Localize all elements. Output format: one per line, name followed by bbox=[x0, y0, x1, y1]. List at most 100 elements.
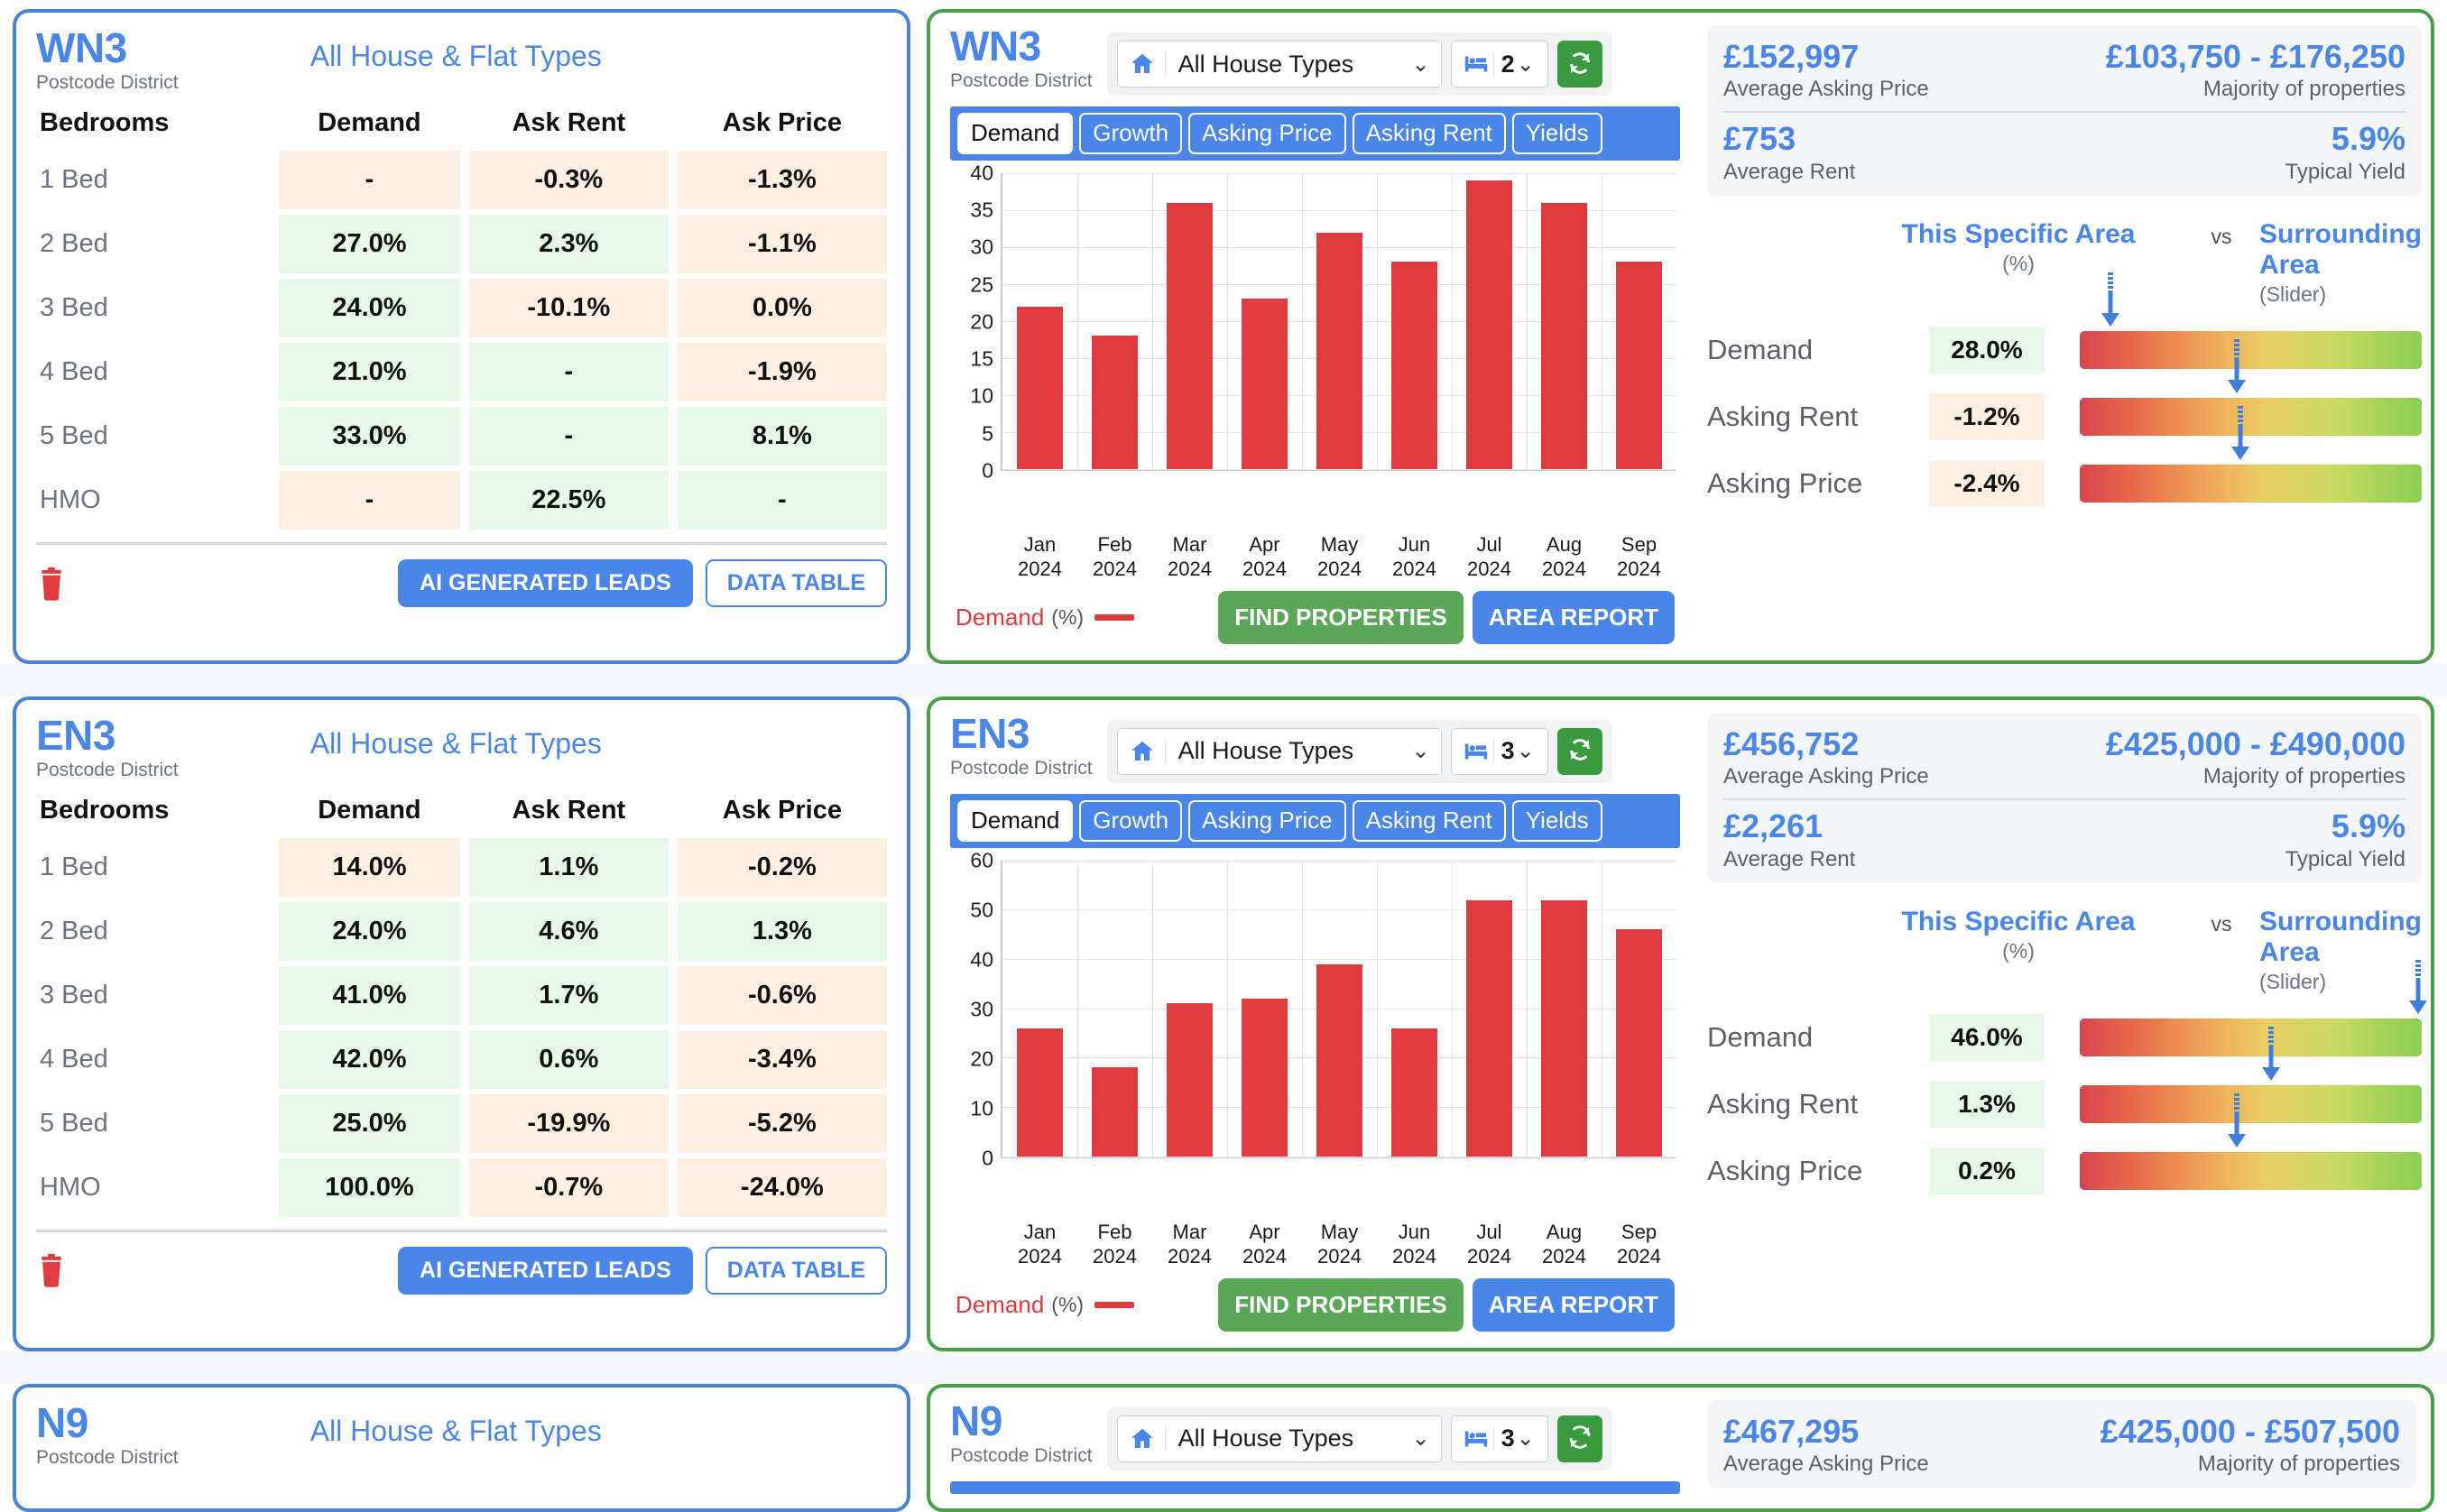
tab-asking-price[interactable]: Asking Price bbox=[1188, 113, 1346, 154]
ai-generated-leads-button[interactable]: AI GENERATED LEADS bbox=[398, 1247, 693, 1295]
house-type-select[interactable]: All House Types ⌄ bbox=[1117, 1415, 1442, 1462]
district-code: WN3 bbox=[950, 25, 1093, 67]
comparison-slider[interactable] bbox=[2080, 465, 2422, 502]
ai-generated-leads-button[interactable]: AI GENERATED LEADS bbox=[398, 559, 693, 607]
card-header: EN3Postcode DistrictAll House & Flat Typ… bbox=[36, 715, 887, 781]
y-axis-tick: 40 bbox=[970, 161, 993, 185]
surrounding-area-subtitle: (Slider) bbox=[2259, 970, 2422, 994]
column-header-ask-rent: Ask Rent bbox=[469, 108, 669, 145]
chart-legend: Demand(%) bbox=[956, 604, 1134, 632]
yield-block: 5.9%Typical Yield bbox=[2285, 807, 2405, 871]
bar-cell bbox=[1077, 861, 1152, 1157]
cell-gap bbox=[669, 343, 678, 401]
table-row: HMO100.0%-0.7%-24.0% bbox=[36, 1158, 887, 1217]
cell-gap bbox=[669, 151, 678, 209]
bar bbox=[1616, 262, 1662, 469]
bed-icon bbox=[1452, 54, 1493, 74]
house-type-select[interactable]: All House Types⌄ bbox=[1117, 728, 1442, 775]
district-code: EN3 bbox=[950, 713, 1093, 754]
slider-marker-arrow-icon[interactable] bbox=[2229, 406, 2252, 466]
bedrooms-value: 2 bbox=[1493, 52, 1517, 77]
comparison-value: -2.4% bbox=[1929, 460, 2045, 507]
trash-icon[interactable] bbox=[36, 566, 67, 602]
district-row-wn3: WN3Postcode DistrictAll House & Flat Typ… bbox=[0, 9, 2447, 664]
cell-gap bbox=[270, 151, 279, 209]
slider-marker-arrow-icon[interactable] bbox=[2406, 960, 2430, 1020]
tab-yields[interactable]: Yields bbox=[1512, 800, 1602, 842]
surrounding-area-title: Surrounding Area bbox=[2259, 219, 2422, 281]
trash-icon[interactable] bbox=[36, 1252, 67, 1288]
surrounding-area-header: Surrounding Area(Slider) bbox=[2248, 219, 2422, 307]
comparison-value-wrapper: -2.4% bbox=[1919, 460, 2055, 507]
comparison-value-wrapper: 28.0% bbox=[1919, 327, 2055, 373]
data-table-button[interactable]: DATA TABLE bbox=[706, 1247, 887, 1295]
refresh-button[interactable] bbox=[1557, 728, 1602, 775]
bar bbox=[1167, 203, 1213, 469]
bedrooms-select[interactable]: 2⌄ bbox=[1451, 41, 1548, 88]
comparison-slider-wrapper bbox=[2080, 331, 2422, 369]
data-table-button[interactable]: DATA TABLE bbox=[706, 559, 887, 607]
yield-block: 5.9%Typical Yield bbox=[2285, 120, 2405, 184]
find-properties-button[interactable]: FIND PROPERTIES bbox=[1218, 1278, 1463, 1332]
bar bbox=[1391, 262, 1437, 469]
tab-asking-rent[interactable]: Asking Rent bbox=[1353, 113, 1506, 154]
comparison-value: 28.0% bbox=[1929, 327, 2045, 373]
y-axis-tick: 15 bbox=[970, 347, 993, 372]
this-area-header: This Specific Area(%) bbox=[1842, 907, 2194, 963]
house-type-select[interactable]: All House Types⌄ bbox=[1117, 41, 1442, 88]
tab-demand[interactable]: Demand bbox=[957, 800, 1073, 842]
tab-asking-price[interactable]: Asking Price bbox=[1188, 800, 1346, 842]
surrounding-area-header: Surrounding Area(Slider) bbox=[2248, 907, 2422, 994]
chart-header: N9 Postcode District All House Types ⌄ bbox=[950, 1400, 1680, 1471]
area-report-button[interactable]: AREA REPORT bbox=[1473, 591, 1675, 644]
tab-demand[interactable]: Demand bbox=[957, 113, 1073, 154]
slider-marker-arrow-icon[interactable] bbox=[2259, 1027, 2283, 1087]
slider-marker-arrow-icon[interactable] bbox=[2225, 1093, 2248, 1154]
comparison-slider[interactable] bbox=[2080, 1085, 2422, 1123]
chart-controls: All House Types⌄3⌄ bbox=[1107, 720, 1612, 783]
cell-ask-price: -5.2% bbox=[678, 1094, 887, 1153]
tab-asking-rent[interactable]: Asking Rent bbox=[1353, 800, 1506, 842]
find-properties-button[interactable]: FIND PROPERTIES bbox=[1218, 591, 1463, 644]
bed-icon bbox=[1452, 742, 1493, 761]
vs-label: vs bbox=[2194, 907, 2248, 936]
cell-gap bbox=[669, 279, 678, 337]
slider-marker-arrow-icon[interactable] bbox=[2099, 272, 2122, 333]
comparison-slider[interactable] bbox=[2080, 1019, 2422, 1056]
cell-ask-rent: 2.3% bbox=[469, 215, 669, 273]
chart-pane: N9 Postcode District All House Types ⌄ bbox=[930, 1388, 1693, 1508]
row-label: 4 Bed bbox=[36, 343, 270, 401]
chart-tabbar bbox=[950, 1481, 1680, 1494]
cell-gap bbox=[460, 215, 469, 273]
header-gap bbox=[270, 108, 279, 145]
comparison-header: This Specific Area(%)vsSurrounding Area(… bbox=[1707, 907, 2422, 994]
bedrooms-select[interactable]: 3 ⌄ bbox=[1451, 1415, 1548, 1462]
comparison-value-wrapper: 0.2% bbox=[1919, 1148, 2055, 1194]
tab-yields[interactable]: Yields bbox=[1512, 113, 1602, 154]
cell-gap bbox=[669, 215, 678, 273]
detail-card-wn3: WN3Postcode DistrictAll House Types⌄2⌄De… bbox=[927, 9, 2434, 664]
slider-marker-arrow-icon[interactable] bbox=[2225, 339, 2248, 400]
refresh-button[interactable] bbox=[1557, 1415, 1602, 1462]
x-axis-tick: Jul2024 bbox=[1452, 532, 1527, 582]
district-title-block: EN3Postcode District bbox=[950, 713, 1093, 779]
comparison-slider[interactable] bbox=[2080, 331, 2422, 369]
bedrooms-select[interactable]: 3⌄ bbox=[1451, 728, 1548, 775]
table-card-en3: EN3Postcode DistrictAll House & Flat Typ… bbox=[13, 696, 910, 1351]
comparison-row: Asking Price-2.4% bbox=[1707, 460, 2422, 507]
row-label: 2 Bed bbox=[36, 215, 270, 273]
area-report-button[interactable]: AREA REPORT bbox=[1473, 1278, 1675, 1332]
refresh-button[interactable] bbox=[1557, 41, 1602, 88]
majority-range-value: £425,000 - £490,000 bbox=[2106, 725, 2405, 762]
cell-demand: 33.0% bbox=[279, 407, 460, 466]
tab-growth[interactable]: Growth bbox=[1079, 800, 1182, 842]
header-gap bbox=[669, 796, 678, 833]
cell-demand: 100.0% bbox=[279, 1158, 460, 1217]
comparison-slider[interactable] bbox=[2080, 1152, 2422, 1190]
tab-growth[interactable]: Growth bbox=[1079, 113, 1182, 154]
comparison-value-wrapper: 46.0% bbox=[1919, 1014, 2055, 1061]
district-title-block: EN3Postcode District bbox=[36, 715, 179, 781]
cell-ask-rent: -10.1% bbox=[469, 279, 669, 337]
district-title-block: N9 Postcode District bbox=[950, 1400, 1093, 1467]
bar bbox=[1316, 964, 1362, 1157]
